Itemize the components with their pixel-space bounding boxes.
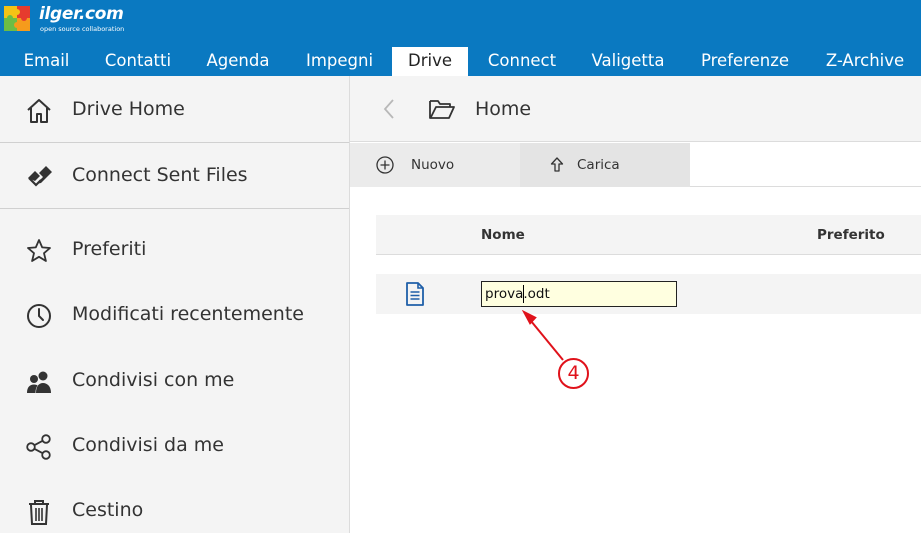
sidebar-item-label: Connect Sent Files	[72, 164, 248, 186]
column-header-favorite[interactable]: Preferito	[817, 215, 885, 255]
nav-tab-impegni[interactable]: Impegni	[293, 47, 386, 76]
drive-toolbar: Nuovo Carica	[350, 143, 690, 187]
table-row[interactable]	[376, 274, 921, 314]
nav-tab-valigetta[interactable]: Valigetta	[578, 47, 678, 76]
sidebar-item-cestino[interactable]: Cestino	[0, 478, 349, 533]
new-button[interactable]: Nuovo	[350, 143, 520, 187]
rename-file-input[interactable]	[481, 281, 677, 307]
toolbar-divider	[690, 186, 921, 187]
nav-tab-agenda[interactable]: Agenda	[193, 47, 283, 76]
nav-tab-contatti[interactable]: Contatti	[91, 47, 185, 76]
new-button-label: Nuovo	[411, 157, 455, 173]
sidebar-item-label: Modificati recentemente	[72, 303, 304, 325]
nav-tab-drive[interactable]: Drive	[392, 47, 468, 76]
sidebar-divider	[0, 208, 349, 209]
star-icon	[27, 239, 51, 262]
plus-circle-icon	[376, 156, 394, 174]
drive-sidebar: Drive Home Connect Sent Files Preferiti …	[0, 76, 350, 533]
upload-button-label: Carica	[577, 157, 620, 173]
sidebar-item-label: Preferiti	[72, 238, 147, 260]
drive-main: Home Nuovo Carica Nome Preferito	[350, 76, 921, 533]
breadcrumb: Home	[350, 76, 921, 142]
nav-tab-email[interactable]: Email	[10, 47, 83, 76]
sidebar-item-condivisi-da-me[interactable]: Condivisi da me	[0, 413, 349, 477]
sidebar-item-preferiti[interactable]: Preferiti	[0, 217, 349, 281]
sidebar-item-condivisi-con-me[interactable]: Condivisi con me	[0, 348, 349, 412]
breadcrumb-home[interactable]: Home	[475, 76, 531, 142]
text-caret	[523, 285, 524, 303]
clock-icon	[27, 304, 51, 328]
brand-name: ilger.com	[39, 4, 124, 24]
trash-icon	[29, 500, 49, 525]
sidebar-item-label: Drive Home	[72, 98, 185, 120]
home-icon	[27, 99, 51, 123]
annotation-step-badge: 4	[558, 358, 589, 389]
sidebar-item-drive-home[interactable]: Drive Home	[0, 77, 349, 141]
sidebar-item-label: Cestino	[72, 499, 144, 521]
app-nav: Email Contatti Agenda Impegni Drive Conn…	[0, 47, 921, 76]
brand-tagline: open source collaboration	[40, 25, 125, 33]
users-icon	[27, 371, 51, 393]
nav-tab-connect[interactable]: Connect	[474, 47, 570, 76]
sidebar-item-modificati-recentemente[interactable]: Modificati recentemente	[0, 282, 349, 346]
upload-button[interactable]: Carica	[520, 143, 690, 187]
share-icon	[26, 434, 51, 460]
sidebar-item-label: Condivisi da me	[72, 434, 224, 456]
sidebar-item-label: Condivisi con me	[72, 369, 235, 391]
file-table-header: Nome Preferito	[376, 215, 921, 255]
back-chevron-icon[interactable]	[378, 96, 402, 122]
sidebar-item-connect-sent-files[interactable]: Connect Sent Files	[0, 143, 349, 207]
brand-logo[interactable]: ilger.com open source collaboration	[2, 2, 142, 38]
puzzle-logo-icon	[4, 6, 30, 31]
top-header: ilger.com open source collaboration Emai…	[0, 0, 921, 76]
connect-icon	[28, 166, 52, 187]
upload-arrow-icon	[550, 157, 564, 172]
document-icon	[406, 282, 424, 306]
nav-tab-z-archive[interactable]: Z-Archive	[812, 47, 918, 76]
app-window: ilger.com open source collaboration Emai…	[0, 0, 921, 533]
column-header-name[interactable]: Nome	[481, 215, 525, 255]
folder-open-icon	[429, 100, 455, 119]
nav-tab-preferenze[interactable]: Preferenze	[688, 47, 802, 76]
